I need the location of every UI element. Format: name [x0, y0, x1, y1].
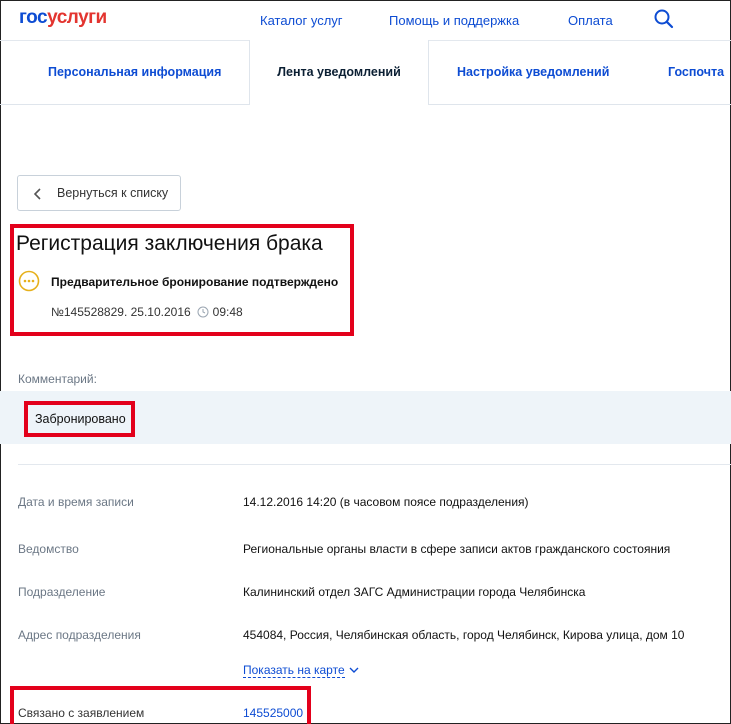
application-title: Регистрация заключения брака [16, 232, 323, 255]
detail-label-datetime: Дата и время записи [18, 495, 134, 509]
linked-application-link[interactable]: 145525000 [243, 706, 303, 720]
back-button-label: Вернуться к списку [57, 186, 169, 200]
screenshot-frame [0, 0, 731, 724]
detail-label-division: Подразделение [18, 585, 106, 599]
tab-notifications-feed[interactable]: Лента уведомлений [249, 40, 429, 105]
comment-text: Забронировано [35, 412, 126, 426]
linked-application-label: Связано с заявлением [18, 706, 145, 720]
detail-value-department: Региональные органы власти в сфере запис… [243, 542, 671, 556]
clock-icon [197, 306, 209, 318]
tab-personal-info[interactable]: Персональная информация [48, 40, 221, 104]
profile-tabs: Персональная информация Лента уведомлени… [0, 40, 731, 105]
detail-value-datetime: 14.12.2016 14:20 (в часовом поясе подраз… [243, 495, 529, 509]
back-to-list-button[interactable]: Вернуться к списку [17, 175, 181, 211]
nav-payment-link[interactable]: Оплата [568, 13, 613, 28]
status-pending-icon [18, 270, 40, 292]
tab-notification-settings[interactable]: Настройка уведомлений [457, 40, 609, 104]
show-on-map-label: Показать на карте [243, 663, 345, 678]
application-meta: №145528829. 25.10.2016 09:48 [51, 305, 243, 319]
detail-label-department: Ведомство [18, 542, 79, 556]
detail-label-address: Адрес подразделения [18, 628, 141, 642]
application-number: №145528829 [51, 305, 124, 319]
tab-gospochta[interactable]: Госпочта [668, 40, 724, 104]
search-icon[interactable] [653, 8, 675, 30]
detail-value-division: Калининский отдел ЗАГС Администрации гор… [243, 585, 586, 599]
top-header: госуслуги Каталог услуг Помощь и поддерж… [0, 0, 731, 41]
gosuslugi-logo[interactable]: госуслуги [19, 7, 107, 29]
detail-value-address: 454084, Россия, Челябинская область, гор… [243, 628, 685, 642]
comment-label: Комментарий: [18, 372, 97, 386]
show-on-map-link[interactable]: Показать на карте [243, 663, 359, 678]
application-date: 25.10.2016 [130, 305, 191, 319]
chevron-left-icon [33, 188, 41, 200]
section-divider [18, 464, 731, 465]
nav-help-link[interactable]: Помощь и поддержка [389, 13, 519, 28]
application-time: 09:48 [212, 305, 243, 319]
chevron-down-icon [349, 667, 359, 673]
nav-catalog-link[interactable]: Каталог услуг [260, 13, 343, 28]
application-status: Предварительное бронирование подтвержден… [51, 275, 339, 289]
